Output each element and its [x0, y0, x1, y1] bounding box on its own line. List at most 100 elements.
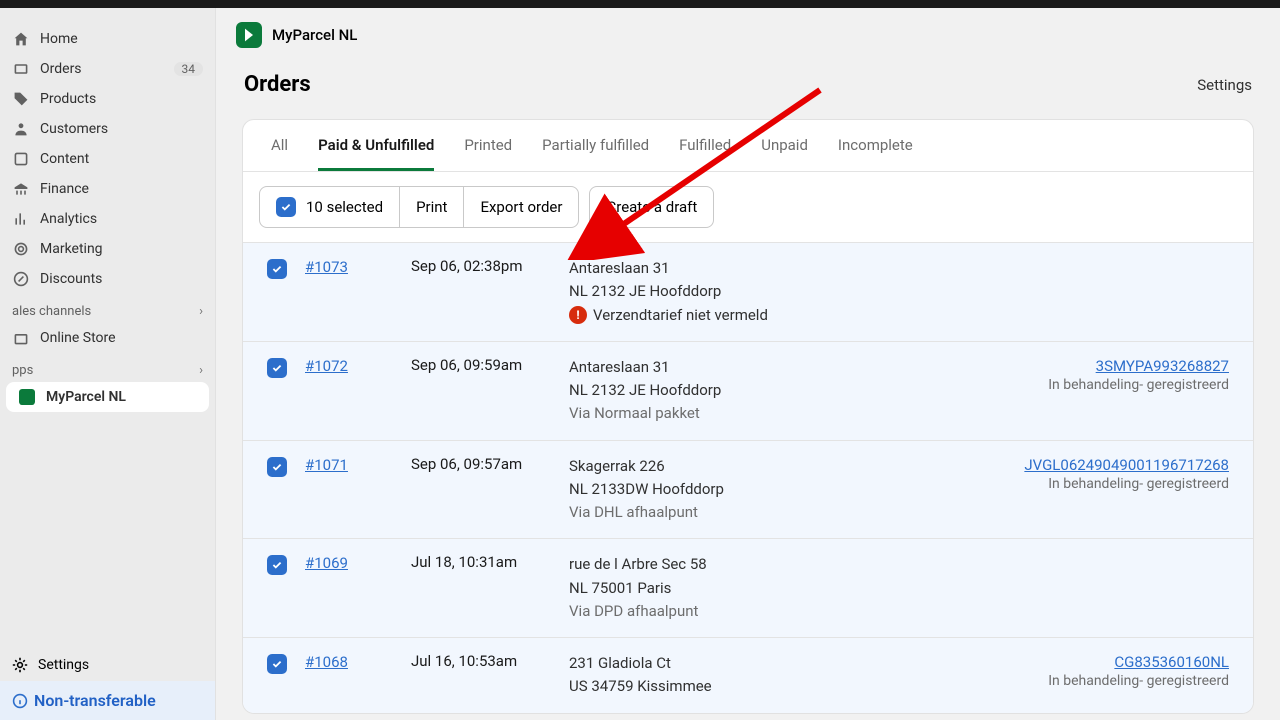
nav-discounts[interactable]: Discounts	[0, 264, 215, 294]
order-address: Antareslaan 31NL 2132 JE HoofddorpVia No…	[569, 356, 951, 426]
nav-label: Online Store	[40, 330, 116, 346]
create-draft-button[interactable]: Create a draft	[590, 187, 713, 227]
nav-label: Content	[40, 151, 89, 167]
nav-orders[interactable]: Orders 34	[0, 54, 215, 84]
info-icon	[12, 693, 28, 709]
order-status: In behandeling- geregistreerd	[969, 673, 1229, 689]
order-link[interactable]: #1071	[305, 456, 348, 474]
tracking-link[interactable]: 3SMYPA993268827	[1096, 357, 1229, 375]
nav-label: Discounts	[40, 271, 102, 287]
order-date: Sep 06, 09:59am	[411, 356, 551, 374]
row-checkbox[interactable]	[267, 555, 287, 575]
tab-all[interactable]: All	[271, 136, 288, 171]
order-date: Sep 06, 09:57am	[411, 455, 551, 473]
sidebar: Home Orders 34 Products Customers Content…	[0, 8, 216, 720]
selected-count: 10 selected	[306, 198, 383, 216]
select-all-checkbox[interactable]	[276, 197, 296, 217]
app-logo-icon	[236, 22, 262, 48]
print-button[interactable]: Print	[400, 187, 464, 227]
tabs: All Paid & Unfulfilled Printed Partially…	[243, 120, 1253, 172]
order-date: Sep 06, 02:38pm	[411, 257, 551, 275]
nav-label: Orders	[40, 61, 82, 77]
nav-label: Products	[40, 91, 96, 107]
order-link[interactable]: #1068	[305, 653, 348, 671]
tag-icon	[12, 90, 30, 108]
home-icon	[12, 30, 30, 48]
nav-label: Analytics	[40, 211, 97, 227]
section-sales-channels[interactable]: ales channels ›	[0, 294, 215, 323]
table-row: #1069Jul 18, 10:31amrue de l Arbre Sec 5…	[243, 538, 1253, 637]
target-icon	[12, 240, 30, 258]
nav-label: Finance	[40, 181, 89, 197]
content-icon	[12, 150, 30, 168]
orders-card: All Paid & Unfulfilled Printed Partially…	[242, 119, 1254, 714]
store-icon	[12, 329, 30, 347]
orders-badge: 34	[174, 62, 204, 76]
chart-icon	[12, 210, 30, 228]
order-address: rue de l Arbre Sec 58NL 75001 ParisVia D…	[569, 553, 951, 623]
order-rows: #1073 Sep 06, 02:38pm Antareslaan 31NL 213…	[243, 242, 1253, 713]
table-row: #1072 Sep 06, 09:59am Antareslaan 31NL 213…	[243, 341, 1253, 440]
nav-settings[interactable]: Settings	[0, 649, 215, 681]
nav-finance[interactable]: Finance	[0, 174, 215, 204]
nav-label: Customers	[40, 121, 108, 137]
bank-icon	[12, 180, 30, 198]
bulk-toolbar: 10 selected Print Export order Create a …	[243, 172, 1253, 242]
nav-online-store[interactable]: Online Store	[0, 323, 215, 353]
nav-analytics[interactable]: Analytics	[0, 204, 215, 234]
section-apps[interactable]: pps ›	[0, 353, 215, 382]
export-order-button[interactable]: Export order	[464, 187, 578, 227]
order-link[interactable]: #1072	[305, 357, 348, 375]
tab-incomplete[interactable]: Incomplete	[838, 136, 913, 171]
order-status: In behandeling- geregistreerd	[969, 476, 1229, 492]
banner-label: Non-transferable	[34, 691, 156, 710]
row-checkbox[interactable]	[267, 259, 287, 279]
tracking-link[interactable]: CG835360160NL	[1114, 653, 1229, 671]
table-row: #1073 Sep 06, 02:38pm Antareslaan 31NL 213…	[243, 242, 1253, 341]
chevron-right-icon: ›	[199, 363, 203, 378]
order-address: Skagerrak 226NL 2133DW HoofddorpVia DHL …	[569, 455, 951, 525]
nav-myparcel[interactable]: MyParcel NL	[6, 382, 209, 412]
order-status: In behandeling- geregistreerd	[969, 377, 1229, 393]
order-address: 231 Gladiola CtUS 34759 Kissimmee	[569, 652, 951, 699]
row-checkbox[interactable]	[267, 654, 287, 674]
tracking-link[interactable]: JVGL06249049001196717268	[1024, 456, 1229, 474]
non-transferable-banner: Non-transferable	[0, 681, 215, 720]
selected-count-cell[interactable]: 10 selected	[260, 187, 400, 227]
warning-icon: !	[569, 306, 587, 324]
nav-label: Settings	[38, 657, 89, 673]
discount-icon	[12, 270, 30, 288]
section-label: pps	[12, 363, 33, 378]
page-title: Orders	[244, 72, 311, 97]
order-address: Antareslaan 31NL 2132 JE Hoofddorp!Verze…	[569, 257, 951, 327]
tab-fulfilled[interactable]: Fulfilled	[679, 136, 731, 171]
gear-icon	[12, 657, 28, 673]
tab-printed[interactable]: Printed	[464, 136, 512, 171]
tab-paid-unfulfilled[interactable]: Paid & Unfulfilled	[318, 136, 434, 171]
row-checkbox[interactable]	[267, 358, 287, 378]
settings-link[interactable]: Settings	[1197, 76, 1252, 94]
section-label: ales channels	[12, 304, 91, 319]
nav-label: Marketing	[40, 241, 103, 257]
order-link[interactable]: #1069	[305, 554, 348, 572]
nav-home[interactable]: Home	[0, 24, 215, 54]
nav-label: Home	[40, 31, 78, 47]
row-checkbox[interactable]	[267, 457, 287, 477]
app-bar: MyParcel NL	[216, 8, 1280, 62]
nav-products[interactable]: Products	[0, 84, 215, 114]
tab-partially-fulfilled[interactable]: Partially fulfilled	[542, 136, 649, 171]
table-row: #1068 Jul 16, 10:53am 231 Gladiola CtUS 34…	[243, 637, 1253, 713]
nav-label: MyParcel NL	[46, 389, 126, 405]
nav-customers[interactable]: Customers	[0, 114, 215, 144]
order-link[interactable]: #1073	[305, 258, 348, 276]
person-icon	[12, 120, 30, 138]
chevron-right-icon: ›	[199, 304, 203, 319]
orders-icon	[12, 60, 30, 78]
tab-unpaid[interactable]: Unpaid	[761, 136, 808, 171]
app-icon	[18, 388, 36, 406]
nav-marketing[interactable]: Marketing	[0, 234, 215, 264]
table-row: #1071 Sep 06, 09:57am Skagerrak 226NL 2133…	[243, 440, 1253, 539]
order-date: Jul 16, 10:53am	[411, 652, 551, 670]
nav-content[interactable]: Content	[0, 144, 215, 174]
app-title: MyParcel NL	[272, 26, 357, 44]
